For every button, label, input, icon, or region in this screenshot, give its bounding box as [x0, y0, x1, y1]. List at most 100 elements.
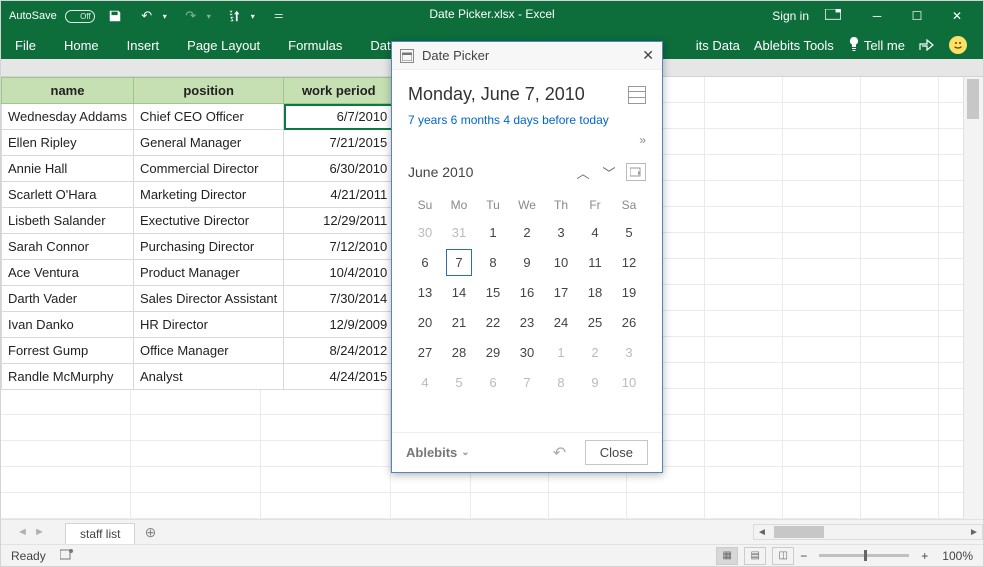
table-row[interactable]: Annie HallCommercial Director6/30/2010 [2, 156, 394, 182]
calendar-day[interactable]: 7 [510, 367, 544, 397]
vertical-scrollbar[interactable] [963, 77, 983, 519]
cell-position[interactable]: HR Director [134, 312, 284, 338]
calendar-day[interactable]: 30 [510, 337, 544, 367]
ablebits-brand[interactable]: Ablebits⌄ [406, 445, 543, 460]
calendar-day[interactable]: 26 [612, 307, 646, 337]
zoom-in-button[interactable]: + [921, 549, 928, 563]
hscroll-thumb[interactable] [774, 526, 824, 538]
cell-position[interactable]: Analyst [134, 364, 284, 390]
calendar-day[interactable]: 20 [408, 307, 442, 337]
calendar-day[interactable]: 29 [476, 337, 510, 367]
calendar-day[interactable]: 19 [612, 277, 646, 307]
calendar-day[interactable]: 7 [442, 247, 476, 277]
cell-workperiod[interactable]: 4/24/2015 [284, 364, 394, 390]
cell-workperiod[interactable]: 6/7/2010 [284, 104, 394, 130]
tell-me[interactable]: Tell me [848, 37, 905, 54]
feedback-smiley-icon[interactable] [949, 36, 967, 54]
cell-workperiod[interactable]: 10/4/2010 [284, 260, 394, 286]
tab-home[interactable]: Home [50, 31, 113, 59]
calendar-day[interactable]: 2 [578, 337, 612, 367]
calendar-day[interactable]: 21 [442, 307, 476, 337]
scrollbar-thumb[interactable] [967, 79, 979, 119]
cell-name[interactable]: Lisbeth Salander [2, 208, 134, 234]
zoom-out-button[interactable]: − [800, 549, 807, 563]
cell-position[interactable]: Marketing Director [134, 182, 284, 208]
scroll-left-icon[interactable]: ◄ [754, 527, 770, 538]
tab-ablebits-tools[interactable]: Ablebits Tools [754, 38, 834, 53]
zoom-slider[interactable] [819, 554, 909, 557]
calendar-day[interactable]: 1 [544, 337, 578, 367]
cell-position[interactable]: Chief CEO Officer [134, 104, 284, 130]
calendar-day[interactable]: 9 [578, 367, 612, 397]
cell-name[interactable]: Wednesday Addams [2, 104, 134, 130]
calendar-day[interactable]: 27 [408, 337, 442, 367]
cell-name[interactable]: Darth Vader [2, 286, 134, 312]
pane-close-button[interactable]: ✕ [642, 47, 654, 64]
calendar-day[interactable]: 6 [476, 367, 510, 397]
calendar-day[interactable]: 23 [510, 307, 544, 337]
calendar-day[interactable]: 2 [510, 217, 544, 247]
expand-icon[interactable]: » [408, 133, 646, 147]
cell-name[interactable]: Forrest Gump [2, 338, 134, 364]
calendar-day[interactable]: 18 [578, 277, 612, 307]
cell-name[interactable]: Annie Hall [2, 156, 134, 182]
horizontal-scrollbar[interactable]: ◄ ► [753, 524, 983, 540]
close-button[interactable]: Close [585, 440, 648, 465]
calendar-day[interactable]: 24 [544, 307, 578, 337]
scroll-right-icon[interactable]: ► [966, 527, 982, 538]
table-row[interactable]: Forrest GumpOffice Manager8/24/2012 [2, 338, 394, 364]
cell-workperiod[interactable]: 7/30/2014 [284, 286, 394, 312]
cell-workperiod[interactable]: 7/12/2010 [284, 234, 394, 260]
calendar-day[interactable]: 22 [476, 307, 510, 337]
table-row[interactable]: Ellen RipleyGeneral Manager7/21/2015 [2, 130, 394, 156]
cell-name[interactable]: Sarah Connor [2, 234, 134, 260]
zoom-level[interactable]: 100% [942, 549, 973, 563]
cell-position[interactable]: Sales Director Assistant [134, 286, 284, 312]
cell-workperiod[interactable]: 12/9/2009 [284, 312, 394, 338]
calendar-day[interactable]: 14 [442, 277, 476, 307]
calendar-day[interactable]: 17 [544, 277, 578, 307]
table-row[interactable]: Ivan DankoHR Director12/9/2009 [2, 312, 394, 338]
calendar-day[interactable]: 15 [476, 277, 510, 307]
calendar-day[interactable]: 3 [612, 337, 646, 367]
sheet-tab-stafflist[interactable]: staff list [65, 523, 135, 544]
calendar-day[interactable]: 6 [408, 247, 442, 277]
view-pagelayout-icon[interactable]: ▤ [744, 547, 766, 565]
view-pagebreak-icon[interactable]: ◫ [772, 547, 794, 565]
cell-name[interactable]: Ellen Ripley [2, 130, 134, 156]
share-icon[interactable] [919, 37, 935, 54]
col-header-position[interactable]: position [134, 78, 284, 104]
tab-file[interactable]: File [1, 31, 50, 59]
table-row[interactable]: Wednesday AddamsChief CEO Officer6/7/201… [2, 104, 394, 130]
cell-position[interactable]: Exectutive Director [134, 208, 284, 234]
col-header-name[interactable]: name [2, 78, 134, 104]
table-row[interactable]: Randle McMurphyAnalyst4/24/2015 [2, 364, 394, 390]
table-row[interactable]: Sarah ConnorPurchasing Director7/12/2010 [2, 234, 394, 260]
pane-titlebar[interactable]: Date Picker ✕ [392, 42, 662, 70]
table-row[interactable]: Scarlett O'HaraMarketing Director4/21/20… [2, 182, 394, 208]
cell-name[interactable]: Ace Ventura [2, 260, 134, 286]
cell-name[interactable]: Ivan Danko [2, 312, 134, 338]
next-month-icon[interactable]: ﹀ [598, 161, 620, 183]
cell-position[interactable]: General Manager [134, 130, 284, 156]
cell-workperiod[interactable]: 7/21/2015 [284, 130, 394, 156]
calendar-day[interactable]: 10 [612, 367, 646, 397]
calendar-day[interactable]: 11 [578, 247, 612, 277]
cell-workperiod[interactable]: 12/29/2011 [284, 208, 394, 234]
prev-month-icon[interactable]: ︿ [572, 161, 594, 183]
calendar-day[interactable]: 8 [476, 247, 510, 277]
calendar-day[interactable]: 28 [442, 337, 476, 367]
macro-record-icon[interactable] [60, 548, 74, 563]
cell-workperiod[interactable]: 4/21/2011 [284, 182, 394, 208]
cell-position[interactable]: Commercial Director [134, 156, 284, 182]
calendar-day[interactable]: 1 [476, 217, 510, 247]
month-label[interactable]: June 2010 [408, 164, 568, 180]
view-normal-icon[interactable]: ▦ [716, 547, 738, 565]
cell-position[interactable]: Purchasing Director [134, 234, 284, 260]
calendar-day[interactable]: 3 [544, 217, 578, 247]
tab-formulas[interactable]: Formulas [274, 31, 356, 59]
calendar-day[interactable]: 10 [544, 247, 578, 277]
calendar-day[interactable]: 8 [544, 367, 578, 397]
cell-name[interactable]: Randle McMurphy [2, 364, 134, 390]
tab-pagelayout[interactable]: Page Layout [173, 31, 274, 59]
